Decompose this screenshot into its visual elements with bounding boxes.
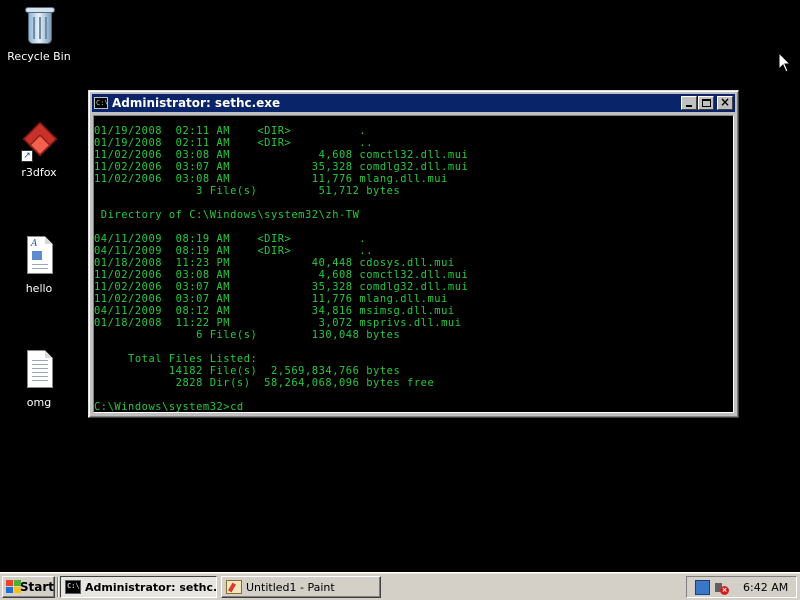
desktop-icon-r3dfox[interactable]: ↗ r3dfox [1, 120, 77, 179]
console-line: 04/11/2009 08:19 AM <DIR> .. [94, 245, 374, 257]
console-line: 6 File(s) 130,048 bytes [94, 329, 401, 341]
system-tray: × 6:42 AM [686, 576, 797, 598]
console-line: 01/18/2008 11:23 PM 40,448 cdosys.dll.mu… [94, 257, 455, 269]
desktop-icon-recycle-bin[interactable]: Recycle Bin [1, 4, 77, 63]
console-line: 11/02/2006 03:07 AM 35,328 comdlg32.dll.… [94, 281, 469, 293]
shortcut-arrow-icon: ↗ [21, 150, 33, 162]
console-line: 04/11/2009 08:19 AM <DIR> . [94, 233, 367, 245]
console-line: Directory of C:\Windows\system32\zh-TW [94, 209, 360, 221]
console-line: 14182 File(s) 2,569,834,766 bytes [94, 365, 401, 377]
minimize-button[interactable] [681, 96, 697, 110]
desktop-icon-label: omg [26, 396, 52, 409]
paint-icon [226, 580, 242, 594]
text-document-icon [19, 350, 59, 392]
console-output[interactable]: 01/19/2008 02:11 AM <DIR> . 01/19/2008 02… [93, 115, 734, 413]
desktop-icon-label: Recycle Bin [7, 50, 71, 63]
taskbar-button-paint[interactable]: Untitled1 - Paint [221, 576, 381, 598]
desktop-icon-omg[interactable]: omg [1, 350, 77, 409]
taskbar-button-console[interactable]: C:\ Administrator: sethc.... [60, 576, 217, 598]
desktop-icon-hello[interactable]: A hello [1, 236, 77, 295]
volume-muted-icon[interactable]: × [714, 579, 729, 595]
desktop-icon-label: hello [25, 282, 53, 295]
start-label: Start [19, 580, 54, 594]
console-line: C:\Windows\system32>cd [94, 401, 244, 413]
console-line: 01/19/2008 02:11 AM <DIR> .. [94, 137, 374, 149]
console-line: 11/02/2006 03:07 AM 35,328 comdlg32.dll.… [94, 161, 469, 173]
cmd-icon: C:\ [65, 580, 81, 594]
desktop[interactable]: Recycle Bin ↗ r3dfox A hello omg C:\ Adm… [0, 0, 800, 572]
recycle-bin-icon [19, 4, 59, 46]
wordpad-document-icon: A [19, 236, 59, 278]
task-label: Administrator: sethc.... [85, 580, 217, 594]
console-line: 2828 Dir(s) 58,264,068,096 bytes free [94, 377, 435, 389]
close-button[interactable]: × [717, 95, 733, 110]
maximize-icon [702, 99, 711, 107]
mouse-pointer-icon [778, 52, 792, 73]
console-line: 01/19/2008 02:11 AM <DIR> . [94, 125, 367, 137]
task-label: Untitled1 - Paint [246, 580, 335, 594]
r3dfox-app-icon: ↗ [19, 120, 59, 162]
console-line: 11/02/2006 03:08 AM 11,776 mlang.dll.mui [94, 173, 448, 185]
cmd-icon[interactable]: C:\ [94, 97, 109, 109]
window-title: Administrator: sethc.exe [112, 96, 281, 110]
console-line: 11/02/2006 03:07 AM 11,776 mlang.dll.mui [94, 293, 448, 305]
console-line: 3 File(s) 51,712 bytes [94, 185, 401, 197]
console-line: Total Files Listed: [94, 353, 258, 365]
console-line: 11/02/2006 03:08 AM 4,608 comctl32.dll.m… [94, 149, 469, 161]
windows-logo-icon [6, 580, 21, 594]
taskbar-separator [57, 577, 59, 597]
maximize-button[interactable] [698, 96, 714, 110]
console-lines: 01/19/2008 02:11 AM <DIR> . 01/19/2008 02… [94, 125, 469, 413]
console-line: 01/18/2008 11:22 PM 3,072 msprivs.dll.mu… [94, 317, 462, 329]
start-button[interactable]: Start [2, 576, 55, 598]
console-window[interactable]: C:\ Administrator: sethc.exe × 01/19/200… [88, 90, 739, 418]
network-icon[interactable] [695, 579, 710, 595]
desktop-icon-label: r3dfox [21, 166, 57, 179]
minimize-icon [686, 105, 692, 107]
console-line: 11/02/2006 03:08 AM 4,608 comctl32.dll.m… [94, 269, 469, 281]
window-titlebar[interactable]: C:\ Administrator: sethc.exe × [92, 94, 735, 112]
clock[interactable]: 6:42 AM [743, 581, 788, 594]
close-icon: × [719, 95, 731, 109]
taskbar: Start C:\ Administrator: sethc.... Untit… [0, 572, 800, 600]
console-line: 04/11/2009 08:12 AM 34,816 msimsg.dll.mu… [94, 305, 455, 317]
